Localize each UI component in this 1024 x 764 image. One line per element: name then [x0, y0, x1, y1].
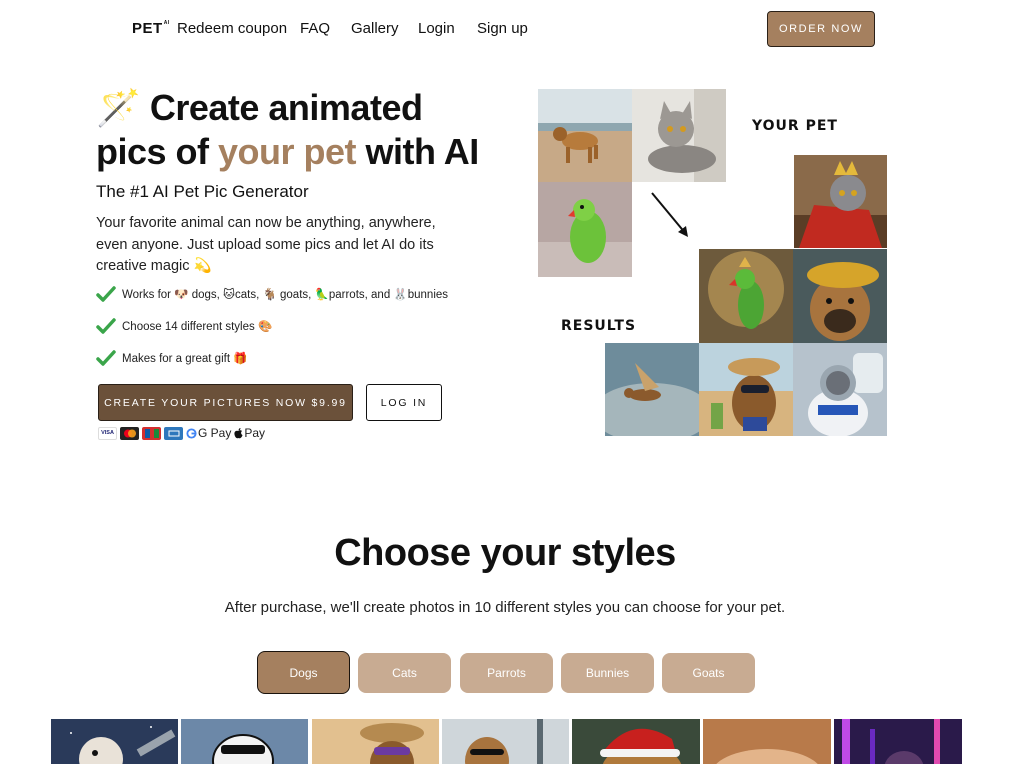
- style-preview-christmas[interactable]: [572, 719, 700, 764]
- feature-item: Choose 14 different styles 🎨: [96, 318, 272, 334]
- nav-link-redeem-coupon[interactable]: Redeem coupon: [177, 20, 287, 37]
- style-preview-neon[interactable]: [834, 719, 962, 764]
- cat-king-result: [794, 155, 887, 248]
- style-preview-warm[interactable]: [703, 719, 831, 764]
- cat-astronaut-result: [793, 343, 887, 436]
- hero-title: 🪄 Create animated pics of your pet with …: [96, 87, 479, 172]
- dog-hat-beach-result: [699, 343, 793, 436]
- cat-photo: [632, 89, 726, 182]
- flying-dog-result: [605, 343, 699, 436]
- style-preview-vintage[interactable]: [442, 719, 569, 764]
- discover-card-icon: [142, 426, 161, 440]
- payment-methods: VISA G Pay Pay: [98, 426, 265, 440]
- feature-item: Works for 🐶 dogs, 🐱cats, 🐐 goats, 🦜parro…: [96, 286, 448, 302]
- hero-title-accent: your pet: [218, 131, 357, 172]
- check-icon: [96, 350, 116, 366]
- tab-dogs[interactable]: Dogs: [257, 651, 350, 694]
- style-preview-beach[interactable]: [312, 719, 439, 764]
- style-preview-space[interactable]: [51, 719, 178, 764]
- tab-bunnies[interactable]: Bunnies: [561, 653, 654, 693]
- tab-goats[interactable]: Goats: [662, 653, 755, 693]
- hero-description: Your favorite animal can now be anything…: [96, 215, 436, 274]
- nav-link-gallery[interactable]: Gallery: [351, 20, 399, 37]
- styles-subtitle: After purchase, we'll create photos in 1…: [224, 599, 786, 616]
- visa-icon: VISA: [98, 426, 117, 440]
- amex-icon: [164, 426, 183, 440]
- results-label: RESULTS: [561, 318, 637, 334]
- parrot-photo: [538, 182, 632, 277]
- check-icon: [96, 286, 116, 302]
- google-pay-icon: G Pay: [186, 426, 231, 440]
- magic-wand-icon: 🪄: [96, 87, 141, 128]
- nav-link-sign-up[interactable]: Sign up: [477, 20, 528, 37]
- nav-link-login[interactable]: Login: [418, 20, 455, 37]
- style-preview-sketch[interactable]: [181, 719, 308, 764]
- styles-title: Choose your styles: [334, 532, 676, 574]
- feature-item: Makes for a great gift 🎁: [96, 350, 248, 366]
- site-logo[interactable]: PETAI: [132, 20, 170, 37]
- nav-link-faq[interactable]: FAQ: [300, 20, 330, 37]
- arrow-down-right-icon: [651, 192, 688, 237]
- dog-beret-result: [793, 249, 887, 343]
- your-pet-label: YOUR PET: [752, 118, 838, 134]
- tab-parrots[interactable]: Parrots: [460, 653, 553, 693]
- dog-beach-photo: [538, 89, 632, 182]
- tab-cats[interactable]: Cats: [358, 653, 451, 693]
- order-now-button[interactable]: ORDER NOW: [767, 11, 875, 47]
- create-pictures-button[interactable]: CREATE YOUR PICTURES NOW $9.99: [98, 384, 353, 421]
- hero-subtitle: The #1 AI Pet Pic Generator: [96, 182, 309, 201]
- log-in-button[interactable]: LOG IN: [366, 384, 442, 421]
- parrot-fantasy-result: [699, 249, 793, 343]
- mastercard-icon: [120, 426, 139, 440]
- check-icon: [96, 318, 116, 334]
- apple-pay-icon: Pay: [234, 426, 265, 440]
